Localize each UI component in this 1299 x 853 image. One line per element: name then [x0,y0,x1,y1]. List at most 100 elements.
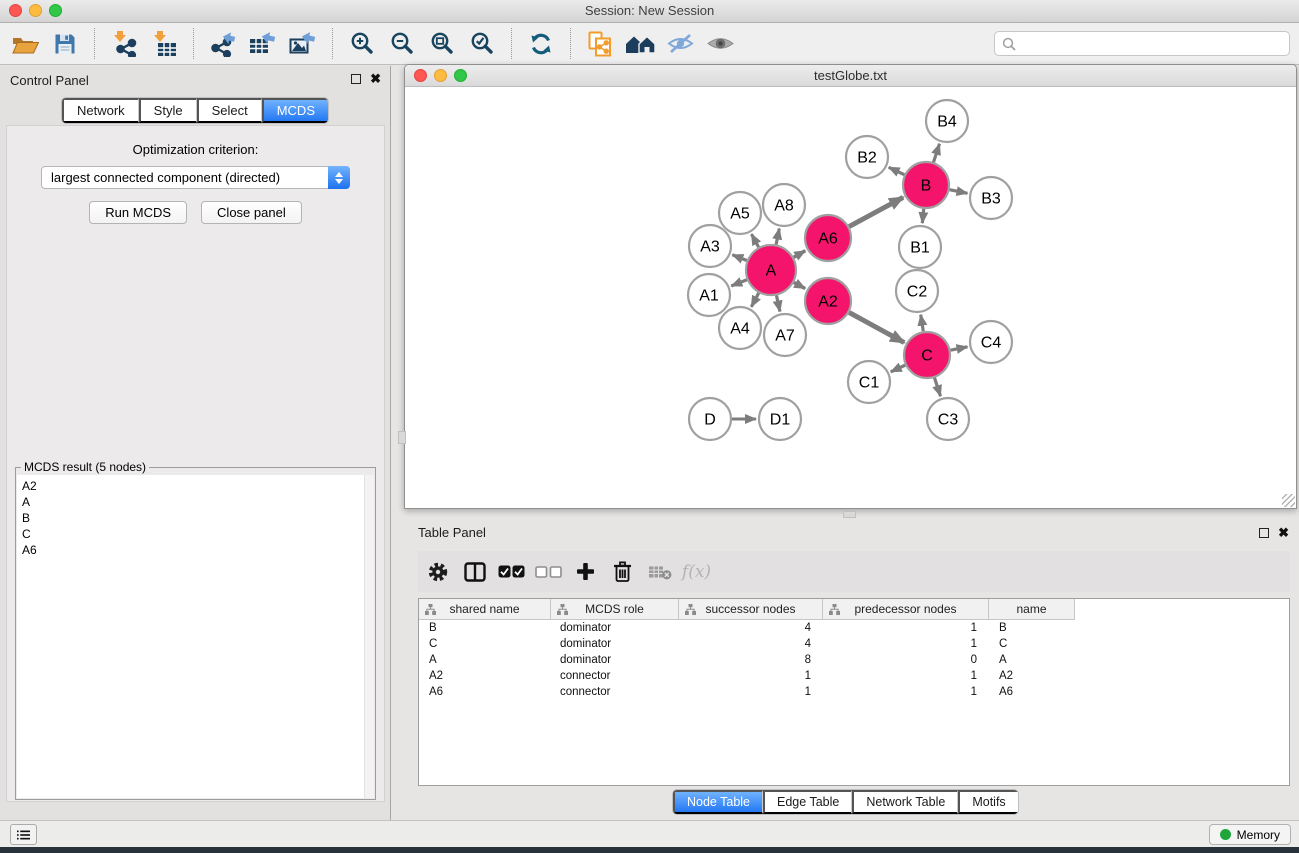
search-box[interactable] [994,31,1290,56]
refresh-view-button[interactable] [521,26,561,62]
save-session-button[interactable] [45,26,85,62]
table-row[interactable]: A2 connector 1 1 A2 [419,668,1289,684]
graph-edge[interactable] [951,347,968,350]
column-header-successor-nodes[interactable]: successor nodes [679,599,823,620]
list-item[interactable]: A2 [17,478,374,494]
deselect-all-button[interactable] [530,553,567,590]
network-canvas[interactable]: B4B2BB3A8A5A6A3B1AA1C2A2A4A7C4CC1C3DD1 [405,87,1296,508]
graph-edge[interactable] [922,209,923,223]
graph-edge[interactable] [732,255,746,261]
toolbar-separator [332,28,333,59]
tab-node-table[interactable]: Node Table [673,790,763,814]
float-table-panel-button[interactable] [1259,528,1269,538]
zoom-network-window-button[interactable] [454,69,467,82]
zoom-selected-button[interactable] [462,26,502,62]
graph-node-label: A [766,263,777,280]
table-row[interactable]: A6 connector 1 1 A6 [419,684,1289,700]
graph-edge[interactable] [776,295,779,311]
memory-button[interactable]: Memory [1209,824,1291,845]
export-network-button[interactable] [203,26,243,62]
graph-edge[interactable] [751,234,758,247]
list-item[interactable]: A6 [17,542,374,558]
close-network-window-button[interactable] [414,69,427,82]
close-panel-icon-button[interactable]: ✖ [370,73,381,84]
horizontal-scrollbar-thumb[interactable] [843,511,856,518]
function-builder-button[interactable]: f(x) [678,553,715,590]
minimize-window-button[interactable] [29,4,42,17]
column-layout-button[interactable] [456,553,493,590]
new-network-from-selection-button[interactable] [580,26,620,62]
export-table-button[interactable] [243,26,283,62]
delete-table-button[interactable] [641,553,678,590]
tab-style[interactable]: Style [139,98,197,123]
vertical-scrollbar-thumb[interactable] [398,431,406,444]
graph-edge[interactable] [950,190,968,194]
import-table-button[interactable] [144,26,184,62]
zoom-window-button[interactable] [49,4,62,17]
graph-edge[interactable] [776,229,779,245]
graph-edge[interactable] [731,280,747,286]
show-all-button[interactable] [700,26,740,62]
hide-selected-button[interactable] [660,26,700,62]
select-all-button[interactable] [493,553,530,590]
graph-edge[interactable] [849,312,904,342]
open-folder-icon [12,33,39,55]
show-panels-button[interactable] [10,824,37,845]
close-window-button[interactable] [9,4,22,17]
search-input[interactable] [1022,35,1282,52]
open-session-button[interactable] [5,26,45,62]
graph-edge[interactable] [933,144,939,162]
status-bar: Memory [0,820,1299,847]
table-row[interactable]: B dominator 4 1 B [419,620,1289,636]
run-mcds-button[interactable]: Run MCDS [89,201,187,224]
column-header-shared-name[interactable]: shared name [419,599,551,620]
control-panel-tabbar: Network Style Select MCDS [61,97,329,124]
tab-select[interactable]: Select [197,98,262,123]
mcds-result-list[interactable]: A2 A B C A6 [17,475,374,798]
add-column-button[interactable] [567,553,604,590]
tab-motifs[interactable]: Motifs [958,790,1017,814]
graph-edge[interactable] [794,251,806,258]
list-item[interactable]: B [17,510,374,526]
column-header-predecessor-nodes[interactable]: predecessor nodes [823,599,989,620]
table-row[interactable]: A dominator 8 0 A [419,652,1289,668]
list-item[interactable]: C [17,526,374,542]
graph-edge[interactable] [889,167,905,174]
network-graph[interactable]: B4B2BB3A8A5A6A3B1AA1C2A2A4A7C4CC1C3DD1 [405,87,1296,508]
zoom-fit-button[interactable] [422,26,462,62]
main-toolbar [0,23,1299,65]
memory-label: Memory [1237,828,1280,842]
graph-edge[interactable] [891,365,905,372]
result-scrollbar[interactable] [364,475,374,798]
table-settings-button[interactable] [419,553,456,590]
mcds-result-box: MCDS result (5 nodes) A2 A B C A6 [15,460,376,800]
delete-column-button[interactable] [604,553,641,590]
column-header-mcds-role[interactable]: MCDS role [551,599,679,620]
graph-edge[interactable] [934,378,940,396]
app-titlebar: Session: New Session [0,0,1299,23]
close-panel-button[interactable]: Close panel [201,201,302,224]
graph-edge[interactable] [921,315,924,332]
graph-edge[interactable] [751,293,758,307]
first-neighbors-button[interactable] [620,26,660,62]
criterion-dropdown[interactable]: largest connected component (directed) [41,166,350,189]
graph-edge[interactable] [849,197,903,226]
window-resize-grip[interactable] [1282,494,1295,507]
graph-edge[interactable] [794,282,805,288]
zoom-out-button[interactable] [382,26,422,62]
float-panel-button[interactable] [351,74,361,84]
minimize-network-window-button[interactable] [434,69,447,82]
tab-network-table[interactable]: Network Table [852,790,958,814]
table-row[interactable]: C dominator 4 1 C [419,636,1289,652]
tab-mcds[interactable]: MCDS [262,98,328,123]
column-header-name[interactable]: name [989,599,1075,620]
tab-edge-table[interactable]: Edge Table [763,790,852,814]
network-window-titlebar[interactable]: testGlobe.txt [405,65,1296,87]
list-item[interactable]: A [17,494,374,510]
mcds-panel: Optimization criterion: largest connecte… [6,125,385,802]
tab-network[interactable]: Network [62,98,139,123]
import-network-button[interactable] [104,26,144,62]
zoom-in-button[interactable] [342,26,382,62]
close-table-panel-button[interactable]: ✖ [1278,527,1289,538]
export-image-button[interactable] [283,26,323,62]
